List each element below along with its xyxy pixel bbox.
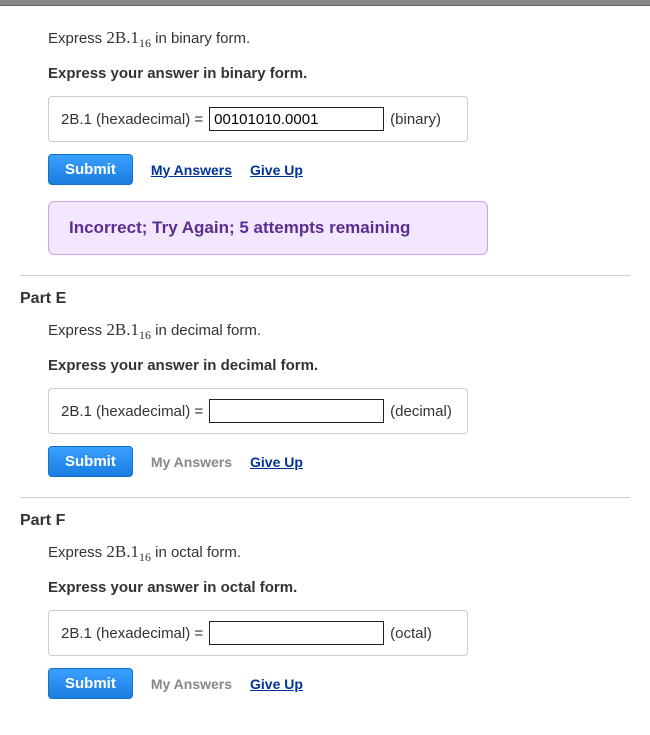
question-expr: 2B.1 [106,320,139,339]
part-d-answer-input[interactable] [209,107,384,131]
answer-unit: (decimal) [390,403,452,420]
part-e-title: Part E [20,290,630,308]
part-e-actions: Submit My Answers Give Up [48,446,630,477]
question-sub: 16 [139,550,151,564]
give-up-link[interactable]: Give Up [250,454,303,470]
my-answers-link[interactable]: My Answers [151,162,232,178]
divider [20,275,630,276]
part-e-instruction: Express your answer in decimal form. [48,357,630,374]
divider [20,497,630,498]
part-d-instruction: Express your answer in binary form. [48,65,630,82]
question-expr: 2B.1 [106,28,139,47]
part-d-section: Express 2B.116 in binary form. Express y… [20,28,630,255]
question-prefix: Express [48,544,106,561]
part-e-section: Express 2B.116 in decimal form. Express … [20,320,630,477]
part-f-answer-box: 2B.1 (hexadecimal) = (octal) [48,610,468,656]
give-up-link[interactable]: Give Up [250,676,303,692]
feedback-box: Incorrect; Try Again; 5 attempts remaini… [48,201,488,255]
question-sub: 16 [139,36,151,50]
answer-unit: (octal) [390,625,432,642]
question-suffix: in binary form. [151,30,250,47]
part-e-answer-box: 2B.1 (hexadecimal) = (decimal) [48,388,468,434]
question-sub: 16 [139,328,151,342]
my-answers-link-disabled: My Answers [151,676,232,692]
content-area: Express 2B.116 in binary form. Express y… [0,6,650,735]
question-suffix: in octal form. [151,544,241,561]
my-answers-link-disabled: My Answers [151,454,232,470]
answer-label: 2B.1 (hexadecimal) = [61,625,203,642]
submit-button[interactable]: Submit [48,668,133,699]
submit-button[interactable]: Submit [48,154,133,185]
question-prefix: Express [48,30,106,47]
part-f-title: Part F [20,512,630,530]
part-f-actions: Submit My Answers Give Up [48,668,630,699]
part-e-answer-input[interactable] [209,399,384,423]
answer-label: 2B.1 (hexadecimal) = [61,403,203,420]
question-expr: 2B.1 [106,542,139,561]
part-f-answer-input[interactable] [209,621,384,645]
answer-unit: (binary) [390,111,441,128]
answer-label: 2B.1 (hexadecimal) = [61,111,203,128]
submit-button[interactable]: Submit [48,446,133,477]
give-up-link[interactable]: Give Up [250,162,303,178]
question-prefix: Express [48,322,106,339]
part-e-question: Express 2B.116 in decimal form. [48,320,630,343]
part-d-answer-box: 2B.1 (hexadecimal) = (binary) [48,96,468,142]
part-f-question: Express 2B.116 in octal form. [48,542,630,565]
part-d-question: Express 2B.116 in binary form. [48,28,630,51]
part-d-actions: Submit My Answers Give Up [48,154,630,185]
part-f-instruction: Express your answer in octal form. [48,579,630,596]
question-suffix: in decimal form. [151,322,261,339]
part-f-section: Express 2B.116 in octal form. Express yo… [20,542,630,699]
